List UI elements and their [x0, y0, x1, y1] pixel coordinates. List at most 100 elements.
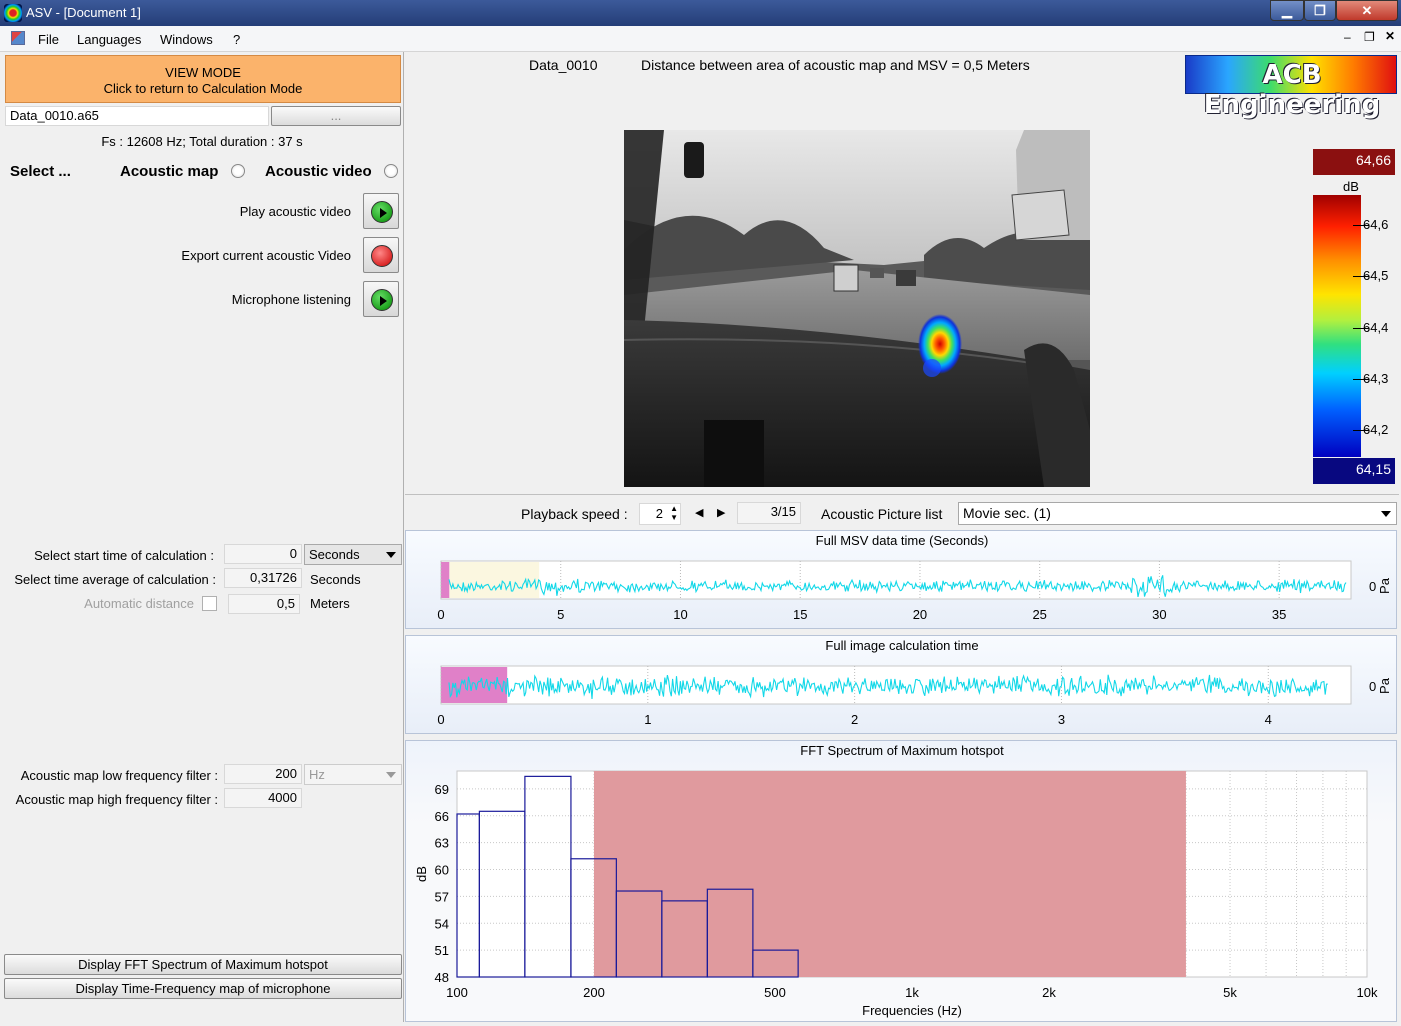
x-tick-label: 15	[793, 607, 807, 622]
play-video-button[interactable]	[363, 193, 399, 229]
y-axis-label: Pa	[1377, 677, 1392, 694]
menu-file[interactable]: File	[38, 32, 59, 47]
y-axis-label: Pa	[1377, 577, 1392, 594]
distance-input[interactable]: 0,5	[228, 594, 300, 614]
y-tick-label: 51	[435, 943, 449, 958]
car-scene-picture	[624, 130, 1090, 487]
x-tick-label: 2k	[1042, 985, 1056, 1000]
acoustic-video-label: Acoustic video	[265, 163, 372, 180]
close-button[interactable]: ✕	[1336, 0, 1398, 21]
start-time-input[interactable]: 0	[224, 544, 302, 564]
colorbar-min: 64,15	[1313, 458, 1395, 484]
minimize-button[interactable]: ▁	[1270, 0, 1304, 21]
x-tick-label: 500	[764, 985, 786, 1000]
chevron-down-icon	[386, 772, 396, 778]
acoustic-camera-image[interactable]	[624, 130, 1090, 487]
msv-time-panel: Full MSV data time (Seconds) 0 5 10 15 20 25 3…	[405, 530, 1397, 629]
app-icon	[4, 4, 22, 22]
next-frame-icon[interactable]: ▶	[717, 506, 725, 519]
x-tick-label: 35	[1272, 607, 1286, 622]
view-mode-title: VIEW MODE	[165, 65, 241, 80]
x-tick-label: 30	[1152, 607, 1166, 622]
y-tick-label: 63	[435, 836, 449, 851]
x-tick-label: 0	[437, 607, 444, 622]
y-tick-label: 69	[435, 782, 449, 797]
picture-list-select[interactable]: Movie sec. (1)	[958, 502, 1397, 525]
mdi-close-icon[interactable]: ✕	[1385, 29, 1395, 43]
maximize-button[interactable]: ❐	[1304, 0, 1336, 21]
mic-listening-label: Microphone listening	[231, 292, 351, 307]
view-mode-button[interactable]: VIEW MODE Click to return to Calculation…	[5, 55, 401, 103]
playback-speed-input[interactable]: 2 ▲ ▼	[639, 503, 681, 525]
menu-windows[interactable]: Windows	[160, 32, 213, 47]
colorbar-max: 64,66	[1313, 149, 1395, 175]
high-filter-label: Acoustic map high frequency filter :	[15, 792, 218, 807]
menu-help[interactable]: ?	[233, 32, 240, 47]
average-time-input[interactable]: 0,31726	[224, 568, 302, 588]
x-tick-label: 4	[1265, 712, 1272, 727]
menu-languages[interactable]: Languages	[77, 32, 141, 47]
mdi-restore-icon[interactable]: ❐	[1364, 30, 1375, 44]
x-tick-label: 1	[644, 712, 651, 727]
msv-time-chart[interactable]: 0 5 10 15 20 25 30 350 Pa	[406, 531, 1396, 629]
mic-listening-button[interactable]	[363, 281, 399, 317]
picture-list-value: Movie sec. (1)	[963, 505, 1051, 521]
spinner-arrows-icon[interactable]: ▲ ▼	[670, 504, 678, 522]
high-filter-input[interactable]: 4000	[224, 788, 302, 808]
mdi-minimize-icon[interactable]: –	[1344, 30, 1351, 44]
x-tick-label: 1k	[905, 985, 919, 1000]
acoustic-video-radio[interactable]	[384, 164, 398, 178]
colorbar-tick: 64,4	[1363, 320, 1389, 335]
low-filter-label: Acoustic map low frequency filter :	[20, 768, 218, 783]
x-tick-label: 2	[851, 712, 858, 727]
picture-list-label: Acoustic Picture list	[821, 506, 943, 522]
frequency-filter-band	[593, 771, 1186, 977]
start-time-unit-select[interactable]: Seconds	[304, 544, 402, 565]
x-tick-label: 0	[437, 712, 444, 727]
time-selection-marker	[441, 562, 450, 598]
y-tick-label: 57	[435, 889, 449, 904]
x-tick-label: 20	[913, 607, 927, 622]
display-fft-button[interactable]: Display FFT Spectrum of Maximum hotspot	[4, 954, 402, 975]
acoustic-map-label: Acoustic map	[120, 163, 219, 180]
x-tick-label: 25	[1032, 607, 1046, 622]
auto-distance-clip: Automatic distance	[2, 596, 202, 608]
start-time-unit-value: Seconds	[309, 547, 360, 562]
time-selection-marker	[441, 667, 508, 703]
image-time-chart[interactable]: 0 1 2 3 40 Pa	[406, 636, 1396, 734]
fft-panel: FFT Spectrum of Maximum hotspot 48 51 54 57…	[405, 740, 1397, 1022]
colorbar-ticks: 64,6 64,5 64,4 64,3 64,2	[1313, 195, 1399, 457]
playback-speed-value: 2	[655, 506, 663, 521]
app-window: ASV - [Document 1] ▁ ❐ ✕ File Languages …	[0, 0, 1401, 1026]
chevron-down-icon	[386, 552, 396, 558]
colorbar-unit: dB	[1343, 179, 1359, 194]
auto-distance-label: Automatic distance	[84, 596, 194, 608]
distance-title: Distance between area of acoustic map an…	[641, 57, 1030, 73]
playback-speed-label: Playback speed :	[521, 506, 628, 522]
colorbar-tick: 64,2	[1363, 422, 1389, 437]
x-tick-label: 100	[446, 985, 468, 1000]
title-bar: ASV - [Document 1] ▁ ❐ ✕	[0, 0, 1401, 26]
display-time-frequency-button[interactable]: Display Time-Frequency map of microphone	[4, 978, 402, 999]
browse-button[interactable]: ...	[271, 106, 401, 126]
prev-frame-icon[interactable]: ◀	[695, 506, 703, 519]
average-time-label: Select time average of calculation :	[14, 572, 216, 587]
fft-chart[interactable]: 48 51 54 57 60 63 66 69 100 200 500 1k 2k 5k 10k Freque…	[406, 741, 1396, 1021]
export-video-button[interactable]	[363, 237, 399, 273]
acoustic-map-radio[interactable]	[231, 164, 245, 178]
frequency-unit-select[interactable]: Hz	[304, 764, 402, 785]
auto-distance-checkbox[interactable]	[202, 596, 217, 611]
colorbar-tick: 64,3	[1363, 371, 1389, 386]
select-label: Select ...	[10, 163, 71, 180]
record-red-icon	[371, 245, 393, 267]
acoustic-view: Data_0010 Distance between area of acous…	[405, 52, 1399, 492]
distance-unit: Meters	[310, 596, 350, 611]
colorbar-tick: 64,6	[1363, 217, 1389, 232]
low-filter-input[interactable]: 200	[224, 764, 302, 784]
x-tick-label: 10k	[1357, 985, 1378, 1000]
file-name-field[interactable]: Data_0010.a65	[5, 106, 269, 126]
play-video-label: Play acoustic video	[239, 204, 351, 219]
colorbar-tick: 64,5	[1363, 268, 1389, 283]
x-axis-label: Frequencies (Hz)	[862, 1003, 962, 1018]
y-axis-label: dB	[414, 866, 429, 882]
